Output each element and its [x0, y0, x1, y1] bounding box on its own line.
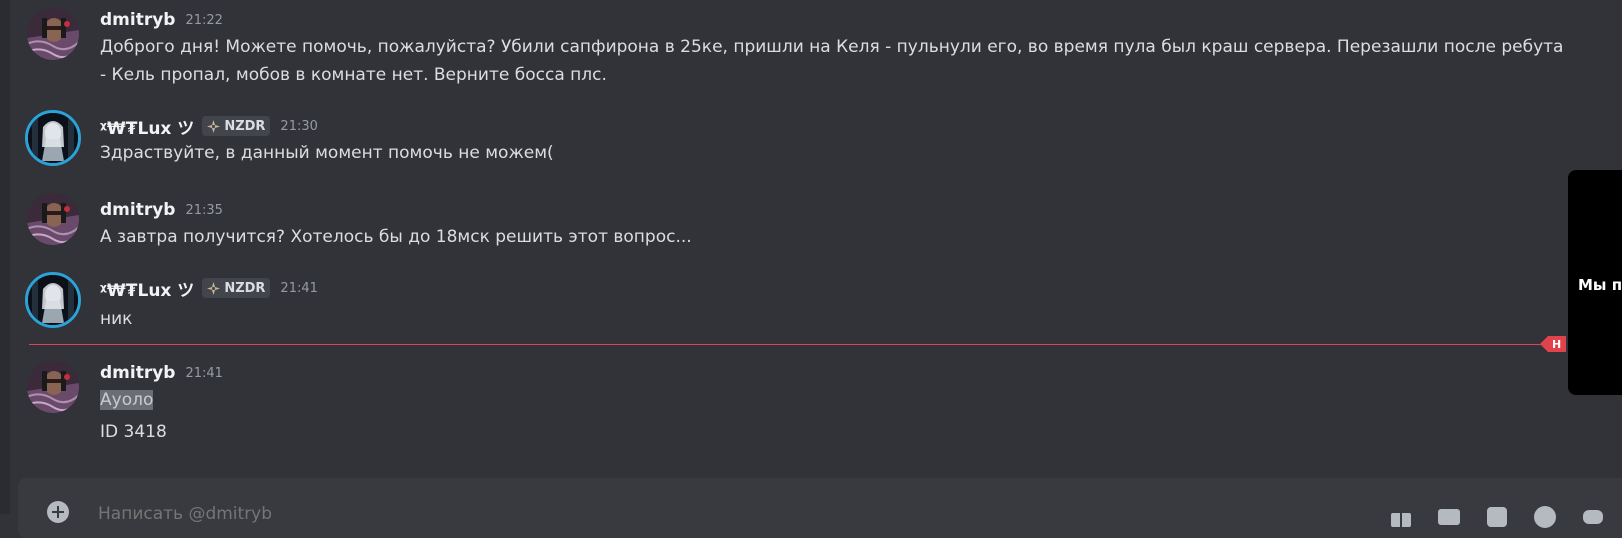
timestamp[interactable]: 21:22 [185, 13, 222, 28]
message-list: dmitryb 21:22 Доброго дня! Можете помочь… [10, 0, 1570, 475]
guild-tag-icon [207, 119, 221, 133]
left-edge-strip [0, 0, 10, 514]
avatar-dmitryb[interactable] [27, 193, 79, 245]
username[interactable]: dmitryb [100, 10, 175, 30]
message-header: ᵡ₩₮Lux ツ NZDR 21:41 [100, 276, 318, 301]
message-composer [18, 478, 1622, 538]
message-text-line: ID 3418 [100, 422, 167, 442]
highlighted-text: Ауоло [100, 390, 154, 410]
avatar-lux[interactable] [25, 272, 81, 328]
popup-text: Мы пр [1578, 276, 1622, 294]
username[interactable]: ᵡ₩₮Lux ツ [100, 114, 194, 139]
timestamp[interactable]: 21:35 [185, 203, 222, 218]
message-text: А завтра получится? Хотелось бы до 18мск… [100, 227, 692, 247]
message-header: ᵡ₩₮Lux ツ NZDR 21:30 [100, 114, 318, 139]
guild-tag[interactable]: NZDR [202, 278, 271, 298]
gif-icon[interactable] [1436, 504, 1462, 530]
sticker-icon[interactable] [1484, 504, 1510, 530]
avatar-lux[interactable] [25, 110, 81, 166]
message-text: Здраствуйте, в данный момент помочь не м… [100, 143, 554, 163]
message-text: ник [100, 309, 133, 329]
username[interactable]: dmitryb [100, 200, 175, 220]
guild-tag-icon [207, 281, 221, 295]
guild-tag[interactable]: NZDR [202, 116, 271, 136]
timestamp[interactable]: 21:41 [185, 366, 222, 381]
plus-icon [47, 501, 69, 523]
avatar-dmitryb[interactable] [27, 8, 79, 60]
username[interactable]: dmitryb [100, 363, 175, 383]
composer-toolbar [1388, 504, 1606, 530]
guild-tag-label: NZDR [224, 280, 266, 296]
message-text: Ауоло [100, 386, 1570, 414]
timestamp[interactable]: 21:30 [280, 119, 317, 134]
add-attachment-button[interactable] [46, 500, 70, 524]
new-messages-divider [29, 344, 1560, 345]
message-input[interactable] [98, 504, 998, 524]
apps-icon[interactable] [1580, 504, 1606, 530]
message-header: dmitryb 21:41 [100, 362, 223, 384]
message-text: Доброго дня! Можете помочь, пожалуйста? … [100, 37, 1569, 85]
message-header: dmitryb 21:35 [100, 199, 223, 221]
emoji-icon[interactable] [1532, 504, 1558, 530]
guild-tag-label: NZDR [224, 118, 266, 134]
message-header: dmitryb 21:22 [100, 9, 223, 31]
gift-icon[interactable] [1388, 504, 1414, 530]
username[interactable]: ᵡ₩₮Lux ツ [100, 276, 194, 301]
avatar-dmitryb[interactable] [27, 361, 79, 413]
timestamp[interactable]: 21:41 [280, 281, 317, 296]
side-popup[interactable]: Мы пр [1568, 170, 1622, 395]
